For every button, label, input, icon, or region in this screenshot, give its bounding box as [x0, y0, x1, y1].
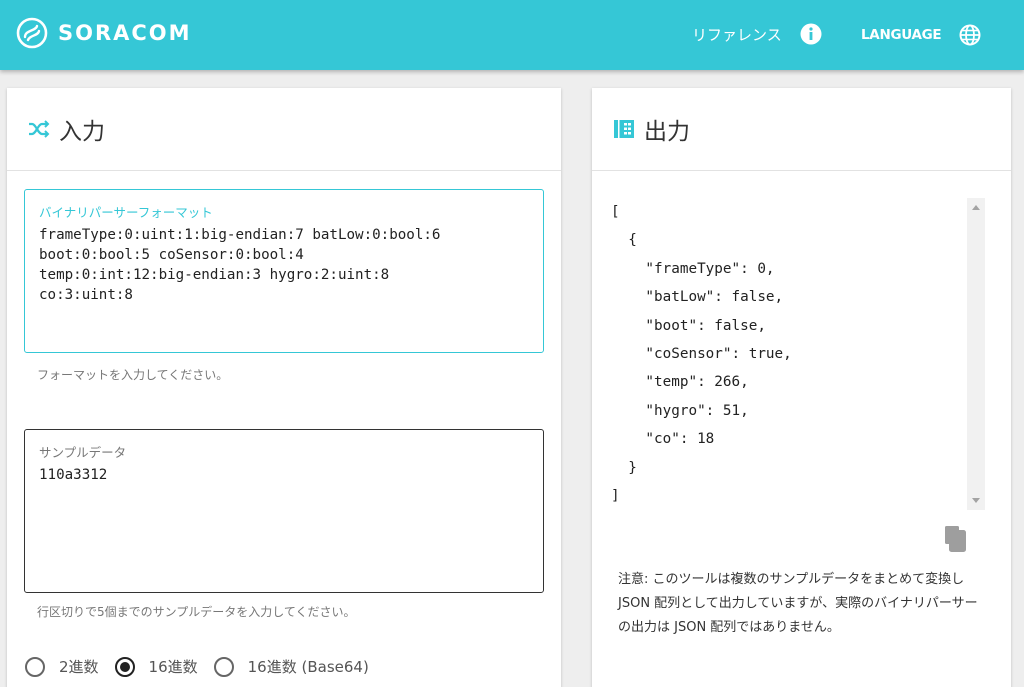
info-icon: [800, 23, 822, 45]
format-field-label: バイナリパーサーフォーマット: [39, 205, 213, 220]
radio-binary[interactable]: 2進数: [25, 656, 99, 677]
sample-data-textarea[interactable]: サンプルデータ 110a3312: [24, 429, 544, 593]
json-output-area[interactable]: [ { "frameType": 0, "batLow": false, "bo…: [611, 198, 985, 510]
encoding-radio-group: 2進数 16進数 16進数 (Base64): [25, 656, 385, 677]
radio-hex-base64-circle[interactable]: [213, 656, 234, 677]
soracom-logo-icon: [16, 17, 48, 49]
soracom-logo[interactable]: SORACOM: [16, 17, 192, 49]
radio-hex-circle[interactable]: [114, 656, 135, 677]
output-card-title: 出力: [644, 119, 690, 145]
language-selector[interactable]: LANGUAGE: [861, 24, 981, 46]
logo-text: SORACOM: [58, 21, 192, 45]
format-textarea[interactable]: バイナリパーサーフォーマット frameType:0:uint:1:big-en…: [24, 189, 544, 353]
output-card-header: 出力: [592, 88, 1011, 171]
json-output-text: [ { "frameType": 0, "batLow": false, "bo…: [611, 204, 792, 505]
scroll-down-arrow-icon[interactable]: [972, 498, 980, 503]
output-grid-icon: [614, 120, 634, 138]
sample-hint: 行区切りで5個までのサンプルデータを入力してください。: [37, 605, 356, 619]
shuffle-icon: [29, 120, 50, 138]
radio-hex[interactable]: 16進数: [114, 656, 198, 677]
radio-hex-base64[interactable]: 16進数 (Base64): [213, 656, 369, 677]
input-card-title: 入力: [59, 119, 105, 145]
copy-icon[interactable]: [944, 525, 968, 553]
radio-hex-base64-label: 16進数 (Base64): [247, 658, 369, 676]
format-field-value[interactable]: frameType:0:uint:1:big-endian:7 batLow:0…: [39, 225, 529, 305]
globe-icon: [959, 24, 981, 46]
input-card-header: 入力: [7, 88, 561, 171]
format-hint: フォーマットを入力してください。: [37, 368, 229, 382]
language-label: LANGUAGE: [861, 27, 942, 43]
output-scrollbar[interactable]: [967, 198, 985, 510]
input-card: 入力 バイナリパーサーフォーマット frameType:0:uint:1:big…: [7, 88, 561, 687]
reference-link[interactable]: リファレンス: [692, 23, 822, 45]
sample-field-value[interactable]: 110a3312: [39, 465, 529, 485]
radio-binary-label: 2進数: [59, 658, 99, 676]
radio-binary-circle[interactable]: [25, 656, 45, 677]
radio-hex-label: 16進数: [148, 658, 198, 676]
sample-field-label: サンプルデータ: [39, 445, 127, 460]
reference-label: リファレンス: [692, 25, 782, 44]
output-card: 出力 [ { "frameType": 0, "batLow": false, …: [592, 88, 1011, 687]
top-header: SORACOM リファレンス LANGUAGE: [0, 0, 1024, 70]
scroll-up-arrow-icon[interactable]: [972, 205, 980, 210]
output-note: 注意: このツールは複数のサンプルデータをまとめて変換し JSON 配列として出…: [618, 572, 978, 635]
